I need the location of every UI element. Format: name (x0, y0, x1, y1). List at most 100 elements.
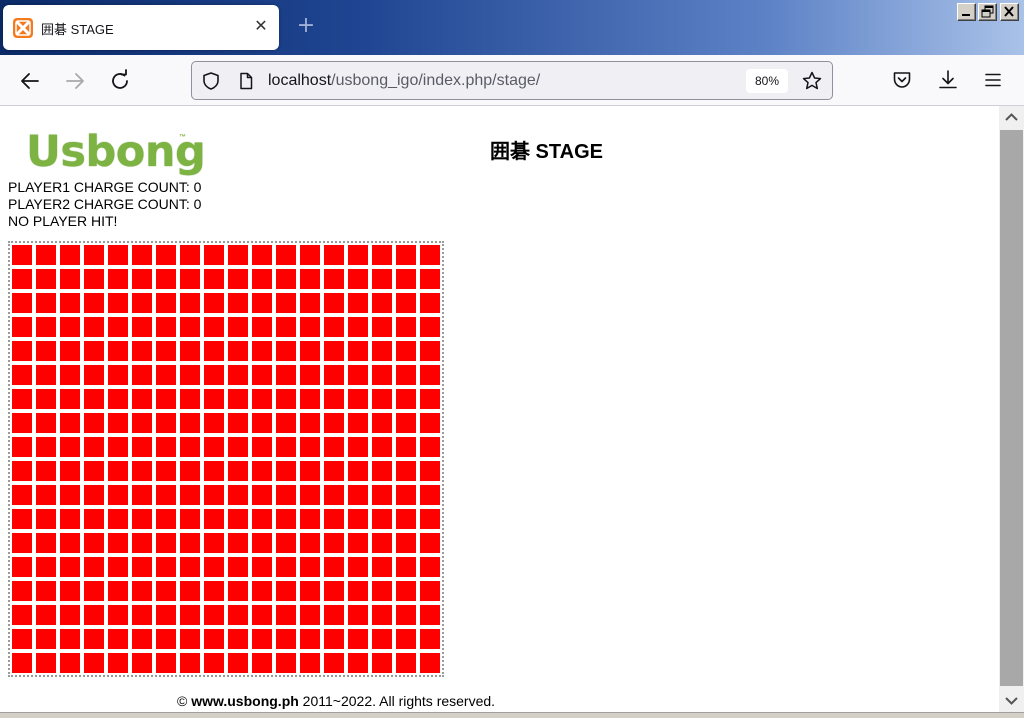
board-cell[interactable] (324, 389, 344, 409)
board-cell[interactable] (300, 365, 320, 385)
board-cell[interactable] (12, 653, 32, 673)
board-cell[interactable] (132, 293, 152, 313)
board-cell[interactable] (84, 533, 104, 553)
scroll-up-arrow-icon[interactable] (999, 106, 1024, 130)
scroll-down-arrow-icon[interactable] (999, 688, 1024, 712)
board-cell[interactable] (348, 437, 368, 457)
board-cell[interactable] (36, 605, 56, 625)
board-cell[interactable] (348, 461, 368, 481)
board-cell[interactable] (252, 533, 272, 553)
board-cell[interactable] (84, 605, 104, 625)
board-cell[interactable] (300, 629, 320, 649)
board-cell[interactable] (108, 485, 128, 505)
board-cell[interactable] (156, 389, 176, 409)
usbong-logo[interactable]: Usbong ™ (26, 127, 206, 177)
board-cell[interactable] (180, 533, 200, 553)
board-cell[interactable] (132, 533, 152, 553)
board-cell[interactable] (12, 245, 32, 265)
board-cell[interactable] (372, 293, 392, 313)
board-cell[interactable] (372, 365, 392, 385)
board-cell[interactable] (132, 245, 152, 265)
board-cell[interactable] (84, 653, 104, 673)
board-cell[interactable] (348, 605, 368, 625)
board-cell[interactable] (156, 509, 176, 529)
board-cell[interactable] (420, 317, 440, 337)
board-cell[interactable] (84, 485, 104, 505)
board-cell[interactable] (300, 533, 320, 553)
board-cell[interactable] (228, 629, 248, 649)
back-button[interactable] (14, 65, 46, 97)
board-cell[interactable] (420, 605, 440, 625)
board-cell[interactable] (300, 293, 320, 313)
board-cell[interactable] (348, 341, 368, 361)
board-cell[interactable] (396, 317, 416, 337)
board-cell[interactable] (132, 557, 152, 577)
board-cell[interactable] (348, 269, 368, 289)
board-cell[interactable] (108, 653, 128, 673)
board-cell[interactable] (300, 341, 320, 361)
board-cell[interactable] (60, 317, 80, 337)
board-cell[interactable] (420, 581, 440, 601)
board-cell[interactable] (228, 605, 248, 625)
board-cell[interactable] (60, 629, 80, 649)
board-cell[interactable] (276, 629, 296, 649)
board-cell[interactable] (276, 269, 296, 289)
board-cell[interactable] (156, 245, 176, 265)
board-cell[interactable] (108, 293, 128, 313)
board-cell[interactable] (60, 437, 80, 457)
board-cell[interactable] (348, 533, 368, 553)
board-cell[interactable] (180, 509, 200, 529)
board-cell[interactable] (60, 293, 80, 313)
board-cell[interactable] (108, 629, 128, 649)
board-cell[interactable] (300, 437, 320, 457)
board-cell[interactable] (420, 485, 440, 505)
board-cell[interactable] (396, 389, 416, 409)
board-cell[interactable] (300, 269, 320, 289)
board-cell[interactable] (396, 269, 416, 289)
board-cell[interactable] (84, 461, 104, 481)
board-cell[interactable] (420, 557, 440, 577)
board-cell[interactable] (300, 413, 320, 433)
board-cell[interactable] (204, 413, 224, 433)
board-cell[interactable] (108, 341, 128, 361)
board-cell[interactable] (228, 557, 248, 577)
board-cell[interactable] (276, 293, 296, 313)
board-cell[interactable] (36, 461, 56, 481)
board-cell[interactable] (108, 581, 128, 601)
board-cell[interactable] (180, 629, 200, 649)
board-cell[interactable] (252, 293, 272, 313)
board-cell[interactable] (228, 485, 248, 505)
board-cell[interactable] (252, 509, 272, 529)
board-cell[interactable] (324, 437, 344, 457)
board-cell[interactable] (156, 365, 176, 385)
zoom-level-button[interactable]: 80% (746, 69, 788, 93)
board-cell[interactable] (12, 629, 32, 649)
board-cell[interactable] (36, 245, 56, 265)
board-cell[interactable] (84, 317, 104, 337)
board-cell[interactable] (84, 581, 104, 601)
board-cell[interactable] (204, 461, 224, 481)
board-cell[interactable] (276, 557, 296, 577)
board-cell[interactable] (228, 341, 248, 361)
board-cell[interactable] (108, 389, 128, 409)
board-cell[interactable] (228, 245, 248, 265)
board-cell[interactable] (204, 269, 224, 289)
board-cell[interactable] (12, 605, 32, 625)
minimize-button[interactable] (957, 3, 976, 21)
board-cell[interactable] (204, 605, 224, 625)
board-cell[interactable] (348, 629, 368, 649)
board-cell[interactable] (228, 269, 248, 289)
board-cell[interactable] (396, 653, 416, 673)
board-cell[interactable] (36, 413, 56, 433)
board-cell[interactable] (84, 245, 104, 265)
board-cell[interactable] (60, 341, 80, 361)
board-cell[interactable] (348, 389, 368, 409)
tab-close-icon[interactable]: ✕ (251, 17, 271, 37)
board-cell[interactable] (108, 461, 128, 481)
board-cell[interactable] (12, 341, 32, 361)
board-cell[interactable] (372, 629, 392, 649)
board-cell[interactable] (348, 509, 368, 529)
board-cell[interactable] (132, 629, 152, 649)
board-cell[interactable] (324, 413, 344, 433)
board-cell[interactable] (324, 557, 344, 577)
